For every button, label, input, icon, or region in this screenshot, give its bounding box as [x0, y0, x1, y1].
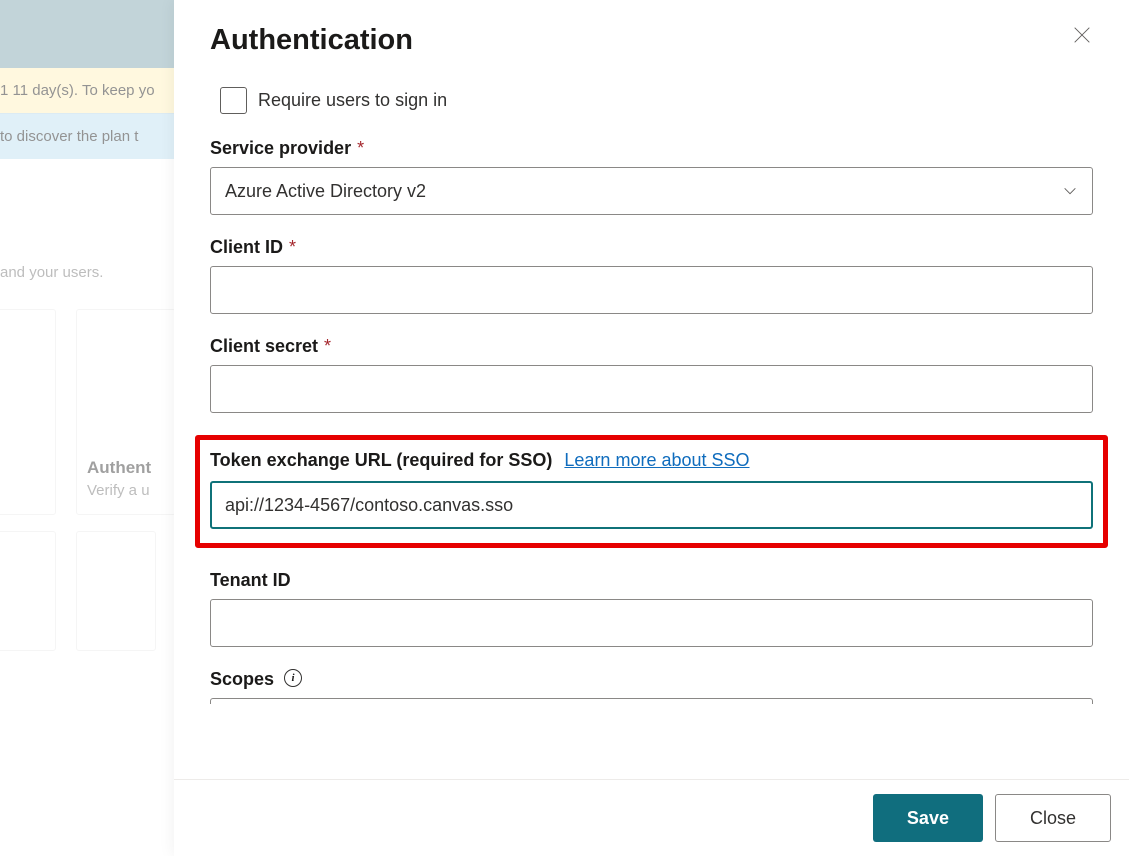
authentication-panel: Authentication Require users to sign in … — [174, 0, 1129, 856]
service-provider-select[interactable]: Azure Active Directory v2 — [210, 167, 1093, 215]
learn-more-sso-link[interactable]: Learn more about SSO — [564, 450, 749, 471]
scopes-label: Scopes i — [210, 669, 1093, 690]
service-provider-label: Service provider * — [210, 138, 1093, 159]
client-secret-group: Client secret * — [210, 336, 1093, 413]
panel-header: Authentication — [174, 0, 1129, 69]
panel-footer: Save Close — [174, 779, 1129, 856]
service-provider-group: Service provider * Azure Active Director… — [210, 138, 1093, 215]
dim-overlay — [0, 0, 174, 856]
require-signin-checkbox[interactable] — [220, 87, 247, 114]
client-secret-label: Client secret * — [210, 336, 1093, 357]
required-marker: * — [357, 138, 364, 159]
require-signin-row: Require users to sign in — [210, 79, 1093, 138]
tenant-id-label: Tenant ID — [210, 570, 1093, 591]
panel-body: Require users to sign in Service provide… — [174, 69, 1129, 779]
select-value: Azure Active Directory v2 — [225, 181, 426, 202]
require-signin-label: Require users to sign in — [258, 90, 447, 111]
label-text: Client secret — [210, 336, 318, 357]
label-text: Scopes — [210, 669, 274, 690]
label-text: Token exchange URL (required for SSO) — [210, 450, 552, 471]
tenant-id-group: Tenant ID — [210, 570, 1093, 647]
scopes-input-partial[interactable] — [210, 698, 1093, 704]
label-text: Client ID — [210, 237, 283, 258]
client-id-label: Client ID * — [210, 237, 1093, 258]
token-exchange-highlight: Token exchange URL (required for SSO) Le… — [195, 435, 1108, 548]
required-marker: * — [289, 237, 296, 258]
scopes-group: Scopes i — [210, 669, 1093, 704]
label-text: Tenant ID — [210, 570, 291, 591]
chevron-down-icon — [1062, 183, 1078, 199]
info-icon[interactable]: i — [284, 669, 302, 687]
tenant-id-input[interactable] — [210, 599, 1093, 647]
panel-title: Authentication — [210, 24, 413, 57]
close-icon[interactable] — [1071, 24, 1093, 46]
close-button[interactable]: Close — [995, 794, 1111, 842]
client-id-group: Client ID * — [210, 237, 1093, 314]
required-marker: * — [324, 336, 331, 357]
token-exchange-input[interactable] — [210, 481, 1093, 529]
token-exchange-label: Token exchange URL (required for SSO) Le… — [210, 450, 1093, 471]
label-text: Service provider — [210, 138, 351, 159]
client-id-input[interactable] — [210, 266, 1093, 314]
save-button[interactable]: Save — [873, 794, 983, 842]
client-secret-input[interactable] — [210, 365, 1093, 413]
